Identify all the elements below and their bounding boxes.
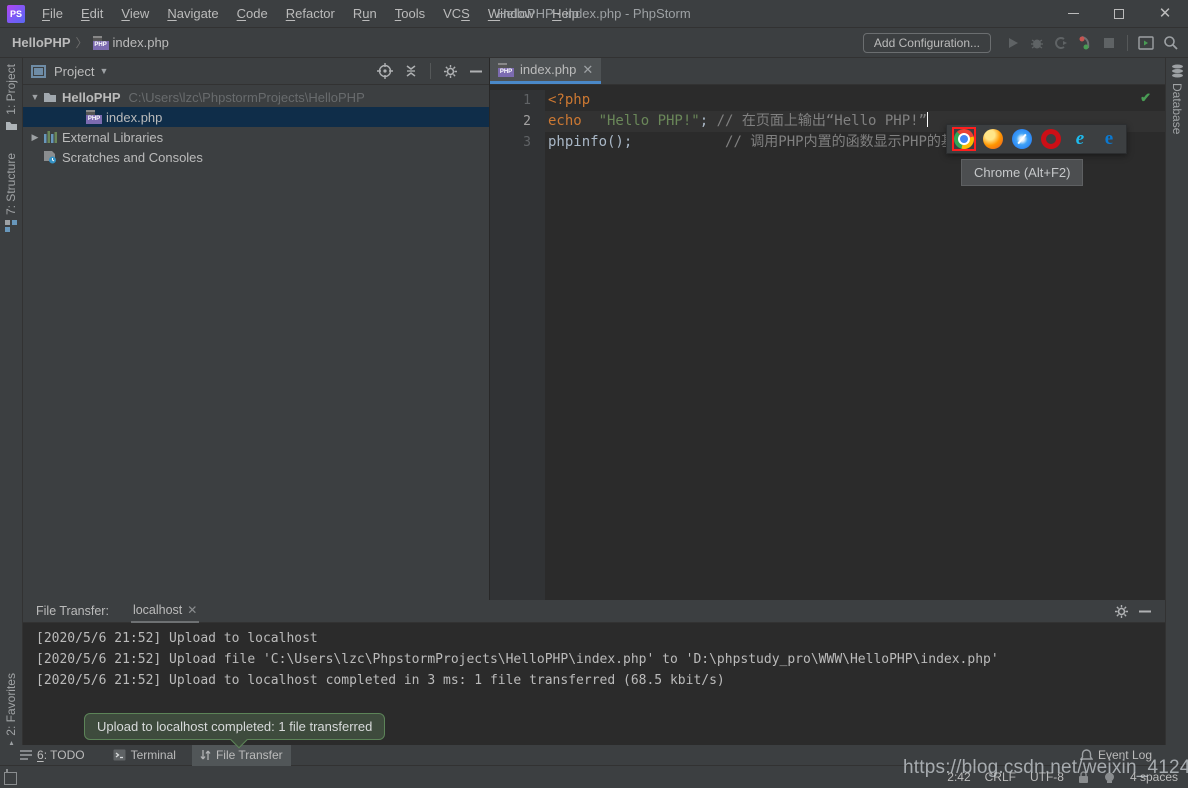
left-toolwindow-stripe: 1: Project 7: Structure 2: Favorites xyxy=(0,58,23,766)
file-transfer-log[interactable]: [2020/5/6 21:52] Upload to localhost[202… xyxy=(23,623,1165,691)
tree-item-index-php[interactable]: PHPindex.php xyxy=(23,107,489,127)
window-title: HelloPHP - index.php - PhpStorm xyxy=(497,6,690,21)
line-number: 1 xyxy=(490,90,545,111)
debug-listener-phone-icon[interactable] xyxy=(1073,31,1097,55)
php-icon: PHP xyxy=(85,110,103,124)
database-icon xyxy=(1171,64,1184,78)
toolwindow-terminal[interactable]: Terminal xyxy=(105,745,184,766)
libs-icon xyxy=(41,131,59,143)
close-tab-icon[interactable]: ✕ xyxy=(582,62,593,78)
file-transfer-header: File Transfer: localhost ✕ xyxy=(23,600,1165,623)
tab-index-php[interactable]: PHP index.php ✕ xyxy=(490,58,601,84)
code-line-1[interactable]: 1<?php xyxy=(490,90,1165,111)
toolbar-divider xyxy=(1127,35,1128,51)
log-line: [2020/5/6 21:52] Upload to localhost xyxy=(36,628,1165,649)
folder-icon xyxy=(5,120,18,131)
edge-browser-icon[interactable]: e xyxy=(1097,127,1121,151)
breadcrumb-separator-icon: 〉 xyxy=(76,34,88,51)
debug-icon[interactable] xyxy=(1025,31,1049,55)
gear-icon[interactable] xyxy=(437,59,463,83)
php-file-icon: PHP xyxy=(498,63,514,77)
breadcrumb-project[interactable]: HelloPHP xyxy=(12,35,71,50)
chrome-tooltip: Chrome (Alt+F2) xyxy=(961,159,1083,186)
upload-notification-balloon[interactable]: Upload to localhost completed: 1 file tr… xyxy=(84,713,385,740)
log-line: [2020/5/6 21:52] Upload file 'C:\Users\l… xyxy=(36,649,1165,670)
stop-icon[interactable] xyxy=(1097,31,1121,55)
toolwindow-switcher-icon[interactable] xyxy=(6,770,8,784)
line-number: 2 xyxy=(490,111,545,132)
terminal-icon xyxy=(113,749,126,761)
phpstorm-logo-icon: PS xyxy=(7,5,25,23)
menu-refactor[interactable]: Refactor xyxy=(277,3,344,24)
menu-vcs[interactable]: VCS xyxy=(434,3,479,24)
close-button[interactable]: ✕ xyxy=(1142,0,1188,28)
chevron-right-icon[interactable]: ▶ xyxy=(29,132,41,143)
chevron-down-icon[interactable]: ▼ xyxy=(29,92,41,102)
navigation-bar: HelloPHP 〉 PHP index.php Add Configurati… xyxy=(0,28,1188,58)
scratch-icon xyxy=(41,151,59,164)
close-tab-icon[interactable]: ✕ xyxy=(187,603,197,617)
hide-panel-icon[interactable] xyxy=(1133,599,1157,623)
tab-localhost[interactable]: localhost ✕ xyxy=(131,600,199,623)
opera-browser-icon[interactable] xyxy=(1039,127,1063,151)
tab-label: index.php xyxy=(520,62,576,77)
inspections-ok-icon[interactable]: ✔ xyxy=(1140,90,1151,106)
locate-file-icon[interactable] xyxy=(372,59,398,83)
structure-icon xyxy=(5,220,17,232)
chrome-browser-icon[interactable] xyxy=(952,127,976,151)
todo-list-icon xyxy=(20,750,32,760)
tree-item-hellophp[interactable]: ▼HelloPHPC:\Users\lzc\PhpstormProjects\H… xyxy=(23,87,489,107)
project-panel-header: Project ▼ xyxy=(23,58,489,85)
run-window-icon[interactable] xyxy=(1134,31,1158,55)
sidebar-item-structure[interactable]: 7: Structure xyxy=(4,153,18,232)
collapse-all-icon[interactable] xyxy=(398,59,424,83)
folder-icon xyxy=(41,91,59,103)
line-number: 3 xyxy=(490,132,545,153)
log-line: [2020/5/6 21:52] Upload to localhost com… xyxy=(36,670,1165,691)
phpstorm-window: PS FileEditViewNavigateCodeRefactorRunTo… xyxy=(0,0,1188,788)
editor-tab-bar: PHP index.php ✕ xyxy=(490,58,1165,85)
up-down-arrows-icon xyxy=(200,749,211,761)
project-panel-title[interactable]: Project xyxy=(54,64,94,79)
project-panel-icon xyxy=(31,65,46,78)
title-bar: PS FileEditViewNavigateCodeRefactorRunTo… xyxy=(0,0,1188,28)
sidebar-item-database[interactable]: Database xyxy=(1170,64,1184,134)
menu-navigate[interactable]: Navigate xyxy=(158,3,227,24)
project-toolwindow: Project ▼ ▼HelloPHPC:\Users\lzc\Phpstorm… xyxy=(23,58,490,600)
csdn-watermark: https://blog.csdn.net/weixin_41245990 xyxy=(903,757,1188,779)
hide-panel-icon[interactable] xyxy=(463,59,489,83)
maximize-button[interactable] xyxy=(1096,0,1142,28)
ie-browser-icon[interactable]: e xyxy=(1068,127,1092,151)
menu-view[interactable]: View xyxy=(112,3,158,24)
php-file-icon: PHP xyxy=(93,36,109,50)
menu-file[interactable]: File xyxy=(33,3,72,24)
chevron-down-icon[interactable]: ▼ xyxy=(99,66,108,76)
menu-run[interactable]: Run xyxy=(344,3,386,24)
run-with-coverage-icon[interactable] xyxy=(1049,31,1073,55)
firefox-browser-icon[interactable] xyxy=(981,127,1005,151)
toolwindow-todo[interactable]: 6: TODO xyxy=(12,745,93,766)
run-icon[interactable] xyxy=(1001,31,1025,55)
menu-edit[interactable]: Edit xyxy=(72,3,112,24)
text-caret xyxy=(927,112,928,127)
safari-browser-icon[interactable] xyxy=(1010,127,1034,151)
breadcrumb-file[interactable]: index.php xyxy=(113,35,169,50)
open-in-browser-popup: ee xyxy=(946,124,1127,154)
menu-code[interactable]: Code xyxy=(228,3,277,24)
file-transfer-title: File Transfer: xyxy=(36,604,109,618)
sidebar-item-favorites[interactable]: 2: Favorites xyxy=(4,673,18,754)
gear-icon[interactable] xyxy=(1109,599,1133,623)
menu-tools[interactable]: Tools xyxy=(386,3,434,24)
editor-gutter xyxy=(490,121,545,600)
project-tree: ▼HelloPHPC:\Users\lzc\PhpstormProjects\H… xyxy=(23,85,489,167)
right-toolwindow-stripe: Database xyxy=(1165,58,1188,766)
minimize-button[interactable] xyxy=(1050,0,1096,28)
sidebar-item-project[interactable]: 1: Project xyxy=(4,64,18,131)
tree-item-scratches-and-consoles[interactable]: Scratches and Consoles xyxy=(23,147,489,167)
tree-item-external-libraries[interactable]: ▶External Libraries xyxy=(23,127,489,147)
add-configuration-button[interactable]: Add Configuration... xyxy=(863,33,991,53)
toolwindow-file-transfer[interactable]: File Transfer xyxy=(192,745,291,766)
search-everywhere-icon[interactable] xyxy=(1158,31,1182,55)
panel-header-divider xyxy=(430,63,431,79)
